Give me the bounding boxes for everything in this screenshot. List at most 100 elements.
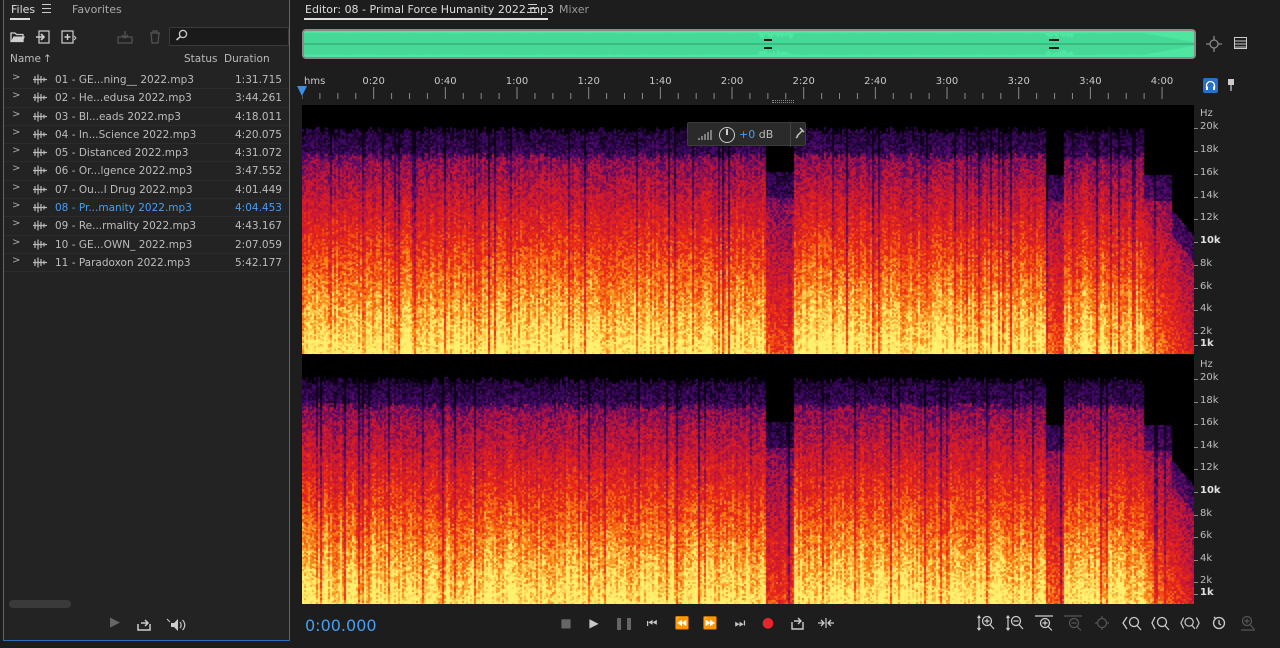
- ruler-label: 1:00: [505, 76, 529, 87]
- fast-forward-icon[interactable]: ⏩: [700, 614, 720, 632]
- ruler-label: 2:20: [792, 76, 815, 87]
- search-icon: [175, 29, 189, 44]
- file-duration: 4:43.167: [235, 220, 282, 233]
- column-duration[interactable]: Duration: [224, 53, 270, 65]
- file-row[interactable]: >07 - Ou...l Drug 2022.mp3 4:01.449: [4, 181, 289, 200]
- tab-files[interactable]: Files: [11, 3, 35, 16]
- hud-pin-icon[interactable]: [795, 127, 805, 142]
- move-to-next-icon[interactable]: ⏭: [730, 614, 750, 632]
- editor-menu-icon[interactable]: [528, 4, 537, 13]
- zoom-selection-icon[interactable]: [1238, 614, 1258, 632]
- file-row[interactable]: >04 - In...Science 2022.mp3 4:20.075: [4, 126, 289, 145]
- pause-icon[interactable]: ❚❚: [614, 614, 634, 632]
- file-duration: 1:31.715: [235, 74, 282, 86]
- zoom-out-frequency-icon[interactable]: [1063, 614, 1083, 632]
- audio-file-icon: [33, 129, 47, 140]
- hz-unit-label: Hz: [1200, 359, 1213, 370]
- ruler-label: 4:00: [1150, 76, 1174, 87]
- file-row[interactable]: >03 - Bl...eads 2022.mp3 4:18.011: [4, 108, 289, 126]
- move-to-previous-icon[interactable]: ⏮: [642, 614, 662, 632]
- expand-chevron-icon[interactable]: >: [12, 182, 20, 193]
- stop-icon[interactable]: ■: [556, 614, 576, 632]
- hz-tick: [1194, 128, 1198, 130]
- spectrogram-canvas-right: [302, 355, 1194, 604]
- zoom-in-frequency-icon[interactable]: [1034, 614, 1054, 632]
- expand-chevron-icon[interactable]: >: [12, 90, 20, 101]
- current-time-display[interactable]: 0:00.000: [305, 616, 377, 635]
- tab-editor[interactable]: Editor: 08 - Primal Force Humanity 2022.…: [305, 3, 554, 16]
- volume-knob[interactable]: [719, 127, 735, 143]
- audio-file-icon: [33, 147, 47, 158]
- file-row[interactable]: >01 - GE...ning__ 2022.mp3 1:31.715: [4, 71, 289, 90]
- new-file-icon[interactable]: [60, 28, 78, 46]
- hz-label: 6k: [1200, 530, 1213, 542]
- file-row[interactable]: >10 - GE...OWN_ 2022.mp3 2:07.059: [4, 236, 289, 254]
- trash-icon[interactable]: [146, 28, 164, 46]
- horizontal-scrollbar[interactable]: [9, 600, 71, 608]
- expand-chevron-icon[interactable]: >: [12, 218, 20, 229]
- file-row[interactable]: >02 - He...edusa 2022.mp3 3:44.261: [4, 89, 289, 108]
- headphones-icon[interactable]: [1203, 78, 1218, 93]
- pin-marker-icon[interactable]: [1227, 78, 1235, 95]
- column-name[interactable]: Name ↑: [10, 53, 52, 65]
- rewind-icon[interactable]: ⏪: [672, 614, 692, 632]
- expand-chevron-icon[interactable]: >: [12, 109, 20, 120]
- ruler-label: 2:00: [720, 76, 744, 87]
- zoom-reset-icon[interactable]: [1092, 614, 1112, 632]
- loop-export-icon[interactable]: [136, 615, 152, 636]
- skip-selection-icon[interactable]: [816, 614, 836, 632]
- expand-chevron-icon[interactable]: >: [12, 72, 20, 83]
- file-row[interactable]: >08 - Pr...manity 2022.mp3 4:04.453: [4, 199, 289, 218]
- record-icon[interactable]: ●: [758, 614, 778, 632]
- loop-playback-icon[interactable]: [787, 614, 807, 632]
- expand-chevron-icon[interactable]: >: [12, 200, 20, 211]
- hz-label: 18k: [1200, 394, 1219, 406]
- zoom-in-amplitude-icon[interactable]: [976, 614, 996, 632]
- zoom-out-amplitude-icon[interactable]: [1005, 614, 1025, 632]
- file-row[interactable]: >06 - Or...lgence 2022.mp3 3:47.552: [4, 162, 289, 181]
- file-duration: 4:04.453: [235, 202, 282, 215]
- expand-chevron-icon[interactable]: >: [12, 237, 20, 248]
- zoom-navigator-icon[interactable]: [1205, 35, 1223, 57]
- insert-icon[interactable]: [116, 28, 134, 46]
- hz-label: 8k: [1200, 257, 1213, 269]
- time-ruler[interactable]: hms 0:20 0:40 1:00 1:20 1:40 2:00 2:20 2:40 3:00…: [297, 73, 1194, 103]
- open-folder-icon[interactable]: [8, 28, 26, 46]
- waveform-overview[interactable]: [302, 29, 1196, 59]
- playhead-marker[interactable]: [297, 86, 307, 96]
- overview-menu-icon[interactable]: [1234, 37, 1247, 53]
- files-panel-tabs: Files Favorites: [4, 0, 289, 20]
- expand-chevron-icon[interactable]: >: [12, 255, 20, 266]
- column-status[interactable]: Status: [184, 53, 217, 65]
- expand-chevron-icon[interactable]: >: [12, 145, 20, 156]
- autoplay-icon[interactable]: [166, 615, 188, 636]
- panel-menu-icon[interactable]: [42, 4, 51, 13]
- file-row[interactable]: >11 - Paradoxon 2022.mp3 5:42.177: [4, 254, 289, 273]
- sort-arrow-icon: ↑: [42, 53, 52, 65]
- file-list: >01 - GE...ning__ 2022.mp3 1:31.715 >02 - …: [4, 71, 289, 273]
- play-icon[interactable]: ▶: [584, 614, 604, 632]
- ruler-resize-handle[interactable]: [772, 100, 794, 103]
- files-search-input[interactable]: [169, 27, 289, 46]
- zoom-out-full-icon[interactable]: [1180, 614, 1200, 632]
- hud-volume-control[interactable]: +0 dB: [687, 122, 806, 147]
- hz-tick: [1194, 593, 1198, 595]
- ruler-label: 3:20: [1007, 76, 1030, 87]
- ruler-label: 2:40: [864, 76, 887, 87]
- file-row[interactable]: >09 - Re...rmality 2022.mp3 4:43.167: [4, 217, 289, 236]
- zoom-in-point-icon[interactable]: [1209, 614, 1229, 632]
- spectrogram-channel-right[interactable]: [302, 355, 1194, 604]
- tab-favorites[interactable]: Favorites: [72, 3, 122, 16]
- zoom-in-left-icon[interactable]: [1122, 614, 1142, 632]
- file-row[interactable]: >05 - Distanced 2022.mp3 4:31.072: [4, 144, 289, 163]
- hz-label: 4k: [1200, 552, 1213, 564]
- hz-label: 4k: [1200, 303, 1213, 315]
- tab-mixer[interactable]: Mixer: [559, 3, 589, 16]
- file-duration: 3:44.261: [235, 92, 282, 105]
- file-name: 06 - Or...lgence 2022.mp3: [55, 165, 193, 178]
- expand-chevron-icon[interactable]: >: [12, 163, 20, 174]
- zoom-in-icon[interactable]: [1151, 614, 1171, 632]
- import-icon[interactable]: [34, 28, 52, 46]
- expand-chevron-icon[interactable]: >: [12, 127, 20, 138]
- play-icon[interactable]: ▶: [110, 615, 120, 630]
